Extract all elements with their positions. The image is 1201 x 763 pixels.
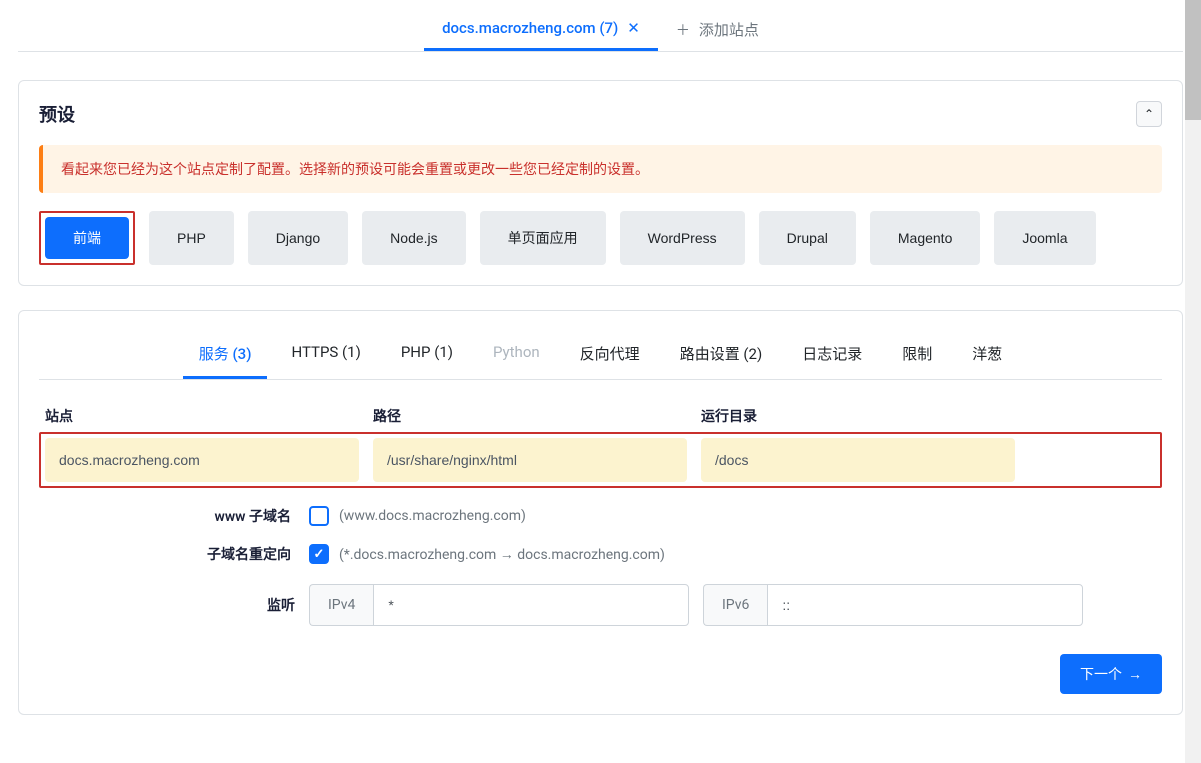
preset-spa[interactable]: 单页面应用 xyxy=(480,211,606,265)
highlighted-fields xyxy=(39,432,1162,488)
root-label: 运行目录 xyxy=(701,409,757,425)
subdomain-redirect-hint: (*.docs.macrozheng.com → docs.macrozheng… xyxy=(339,546,665,563)
preset-wordpress[interactable]: WordPress xyxy=(620,211,745,265)
preset-nodejs[interactable]: Node.js xyxy=(362,211,465,265)
arrow-right-icon: → xyxy=(1128,666,1142,682)
preset-django[interactable]: Django xyxy=(248,211,348,265)
ipv4-prefix: IPv4 xyxy=(309,584,373,626)
tab-onion[interactable]: 洋葱 xyxy=(956,331,1018,379)
subdomain-redirect-label: 子域名重定向 xyxy=(39,544,309,564)
tab-python[interactable]: Python xyxy=(477,331,556,379)
path-input[interactable] xyxy=(373,438,687,482)
collapse-button[interactable]: ⌃ xyxy=(1136,101,1162,127)
listen-label: 监听 xyxy=(39,595,295,615)
tab-site-docs[interactable]: docs.macrozheng.com (7) ✕ xyxy=(424,8,658,51)
tab-site-label: docs.macrozheng.com (7) xyxy=(442,19,618,37)
tab-limits[interactable]: 限制 xyxy=(886,331,948,379)
www-subdomain-checkbox[interactable] xyxy=(309,506,329,526)
site-label: 站点 xyxy=(45,409,73,425)
site-input[interactable] xyxy=(45,438,359,482)
root-input[interactable] xyxy=(701,438,1015,482)
presets-title: 预设 xyxy=(39,101,75,127)
ipv6-input[interactable] xyxy=(767,584,1083,626)
top-tabs: docs.macrozheng.com (7) ✕ ＋ 添加站点 xyxy=(18,0,1183,52)
chevron-up-icon: ⌃ xyxy=(1144,107,1154,121)
presets-card: 预设 ⌃ 看起来您已经为这个站点定制了配置。选择新的预设可能会重置或更改一些您已… xyxy=(18,80,1183,286)
tab-services[interactable]: 服务 (3) xyxy=(183,331,268,379)
presets-row: 前端 PHP Django Node.js 单页面应用 WordPress Dr… xyxy=(39,211,1162,265)
inner-tabs: 服务 (3) HTTPS (1) PHP (1) Python 反向代理 路由设… xyxy=(39,331,1162,380)
tab-logging[interactable]: 日志记录 xyxy=(786,331,878,379)
preset-drupal[interactable]: Drupal xyxy=(759,211,856,265)
add-site-label: 添加站点 xyxy=(699,19,759,40)
tab-add-site[interactable]: ＋ 添加站点 xyxy=(658,8,777,51)
www-subdomain-label: www 子域名 xyxy=(39,506,309,526)
next-button[interactable]: 下一个 → xyxy=(1060,654,1162,694)
subdomain-redirect-checkbox[interactable]: ✓ xyxy=(309,544,329,564)
warning-alert: 看起来您已经为这个站点定制了配置。选择新的预设可能会重置或更改一些您已经定制的设… xyxy=(39,145,1162,193)
highlight-frontend: 前端 xyxy=(39,211,135,265)
preset-php[interactable]: PHP xyxy=(149,211,234,265)
tab-php[interactable]: PHP (1) xyxy=(385,331,469,379)
tab-routing[interactable]: 路由设置 (2) xyxy=(664,331,779,379)
preset-joomla[interactable]: Joomla xyxy=(994,211,1095,265)
ipv6-prefix: IPv6 xyxy=(703,584,767,626)
www-subdomain-hint: (www.docs.macrozheng.com) xyxy=(339,508,526,524)
path-label: 路径 xyxy=(373,409,401,425)
plus-icon: ＋ xyxy=(676,20,690,40)
preset-frontend[interactable]: 前端 xyxy=(45,217,129,259)
tab-https[interactable]: HTTPS (1) xyxy=(275,331,376,379)
close-icon[interactable]: ✕ xyxy=(627,19,640,37)
tab-reverse-proxy[interactable]: 反向代理 xyxy=(564,331,656,379)
preset-magento[interactable]: Magento xyxy=(870,211,980,265)
ipv4-input[interactable] xyxy=(373,584,689,626)
next-button-label: 下一个 xyxy=(1080,664,1122,684)
config-card: 服务 (3) HTTPS (1) PHP (1) Python 反向代理 路由设… xyxy=(18,310,1183,715)
